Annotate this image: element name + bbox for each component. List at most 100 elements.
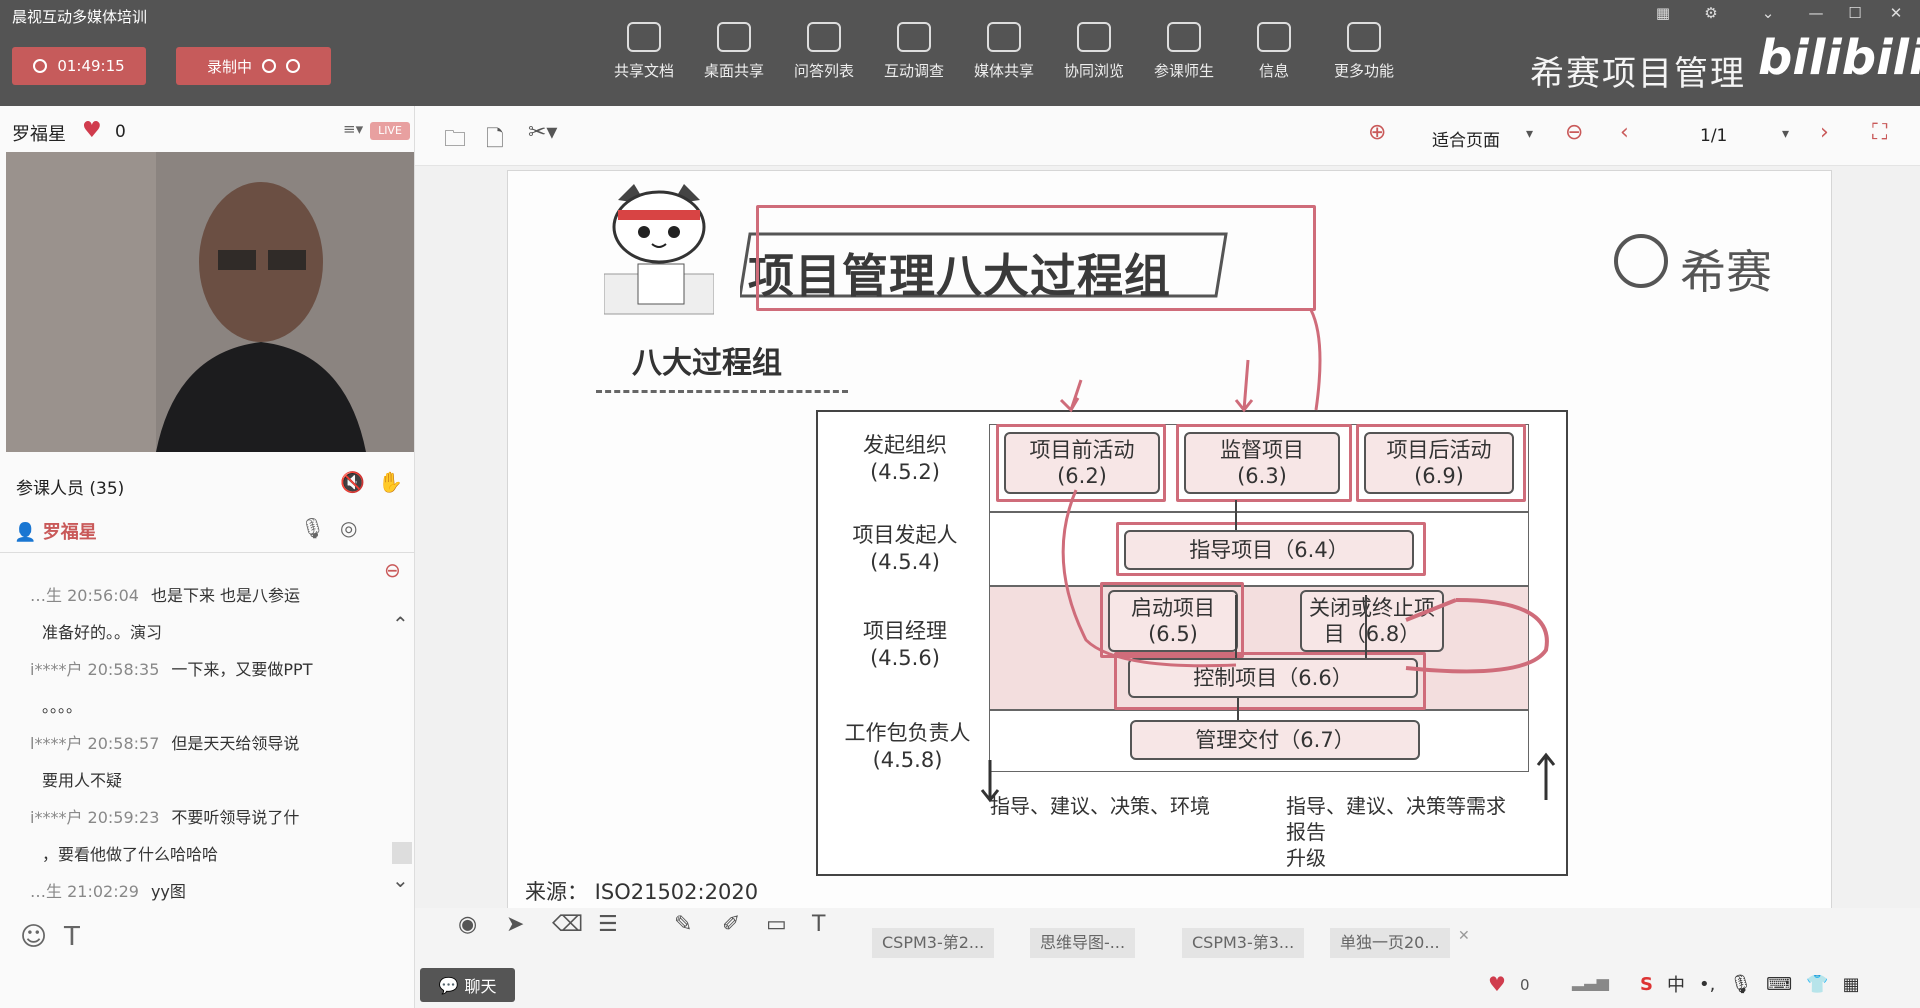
- open-folder-icon[interactable]: 🗀: [444, 122, 466, 160]
- pointer-icon[interactable]: ➤: [506, 912, 524, 937]
- document-tab[interactable]: 单独一页20...: [1330, 928, 1450, 958]
- stop-record-icon[interactable]: [286, 59, 300, 73]
- toolbar-chat-bubbles[interactable]: 问答列表: [780, 22, 868, 92]
- scroll-up-icon[interactable]: ⌃: [392, 612, 409, 636]
- like-heart-icon[interactable]: ♥: [1488, 972, 1506, 996]
- zoom-out-icon[interactable]: ⊖: [1565, 120, 1583, 145]
- chat-text: ，要看他做了什么哈哈哈: [42, 845, 219, 864]
- scroll-down-icon[interactable]: ⌄: [392, 868, 409, 892]
- emoji-icon[interactable]: ☺: [20, 922, 47, 952]
- fit-dropdown-icon[interactable]: ▾: [1526, 126, 1533, 142]
- toolbar-label: 更多功能: [1333, 62, 1394, 80]
- toolbar-label: 信息: [1258, 62, 1289, 80]
- document-tab[interactable]: 思维导图-...: [1030, 928, 1136, 958]
- scissors-icon[interactable]: ✂▾: [528, 120, 557, 145]
- toolbar-monitor[interactable]: 桌面共享: [690, 22, 778, 92]
- text-format-icon[interactable]: T: [64, 922, 80, 952]
- highlighter-icon[interactable]: ✎: [674, 912, 692, 937]
- ime-logo-icon[interactable]: S: [1640, 974, 1653, 995]
- close-tab-icon[interactable]: ✕: [1458, 928, 1470, 944]
- prev-page-icon[interactable]: ‹: [1620, 120, 1629, 145]
- fit-page-select[interactable]: 适合页面: [1432, 126, 1500, 151]
- chat-message: 准备好的。。演习: [30, 619, 400, 643]
- cat-mascot-image: [604, 184, 714, 315]
- chat-text: 不要听领导说了什: [171, 808, 300, 827]
- ime-tray[interactable]: S 中 •, 🎙 ⌨ 👕 ▦: [1640, 962, 1910, 1006]
- grid-icon[interactable]: ▦: [1652, 4, 1674, 22]
- collapse-icon[interactable]: ⊖: [384, 558, 401, 582]
- app-title: 晨视互动多媒体培训: [12, 8, 148, 26]
- zoom-in-icon[interactable]: ⊕: [1368, 120, 1386, 145]
- chat-text: 一下来，又要做PPT: [171, 660, 313, 679]
- note-up: 指导、建议、决策等需求: [1286, 794, 1506, 818]
- text-tool-icon[interactable]: T: [812, 912, 825, 937]
- monitor-icon: [717, 22, 751, 52]
- mute-all-icon[interactable]: 🔇: [340, 470, 365, 494]
- toolbar-label: 互动调查: [883, 62, 944, 80]
- chat-message: i****户 20:59:23 不要听领导说了什: [30, 804, 400, 828]
- signal-icon: ▂▃▅: [1572, 972, 1609, 991]
- camera-icon[interactable]: ◎: [340, 516, 357, 540]
- chat-sender: …生 21:02:29: [30, 882, 139, 901]
- list-menu-icon[interactable]: ≡▾: [343, 120, 363, 138]
- hand-icon[interactable]: ✋: [378, 470, 403, 494]
- note-escalate: 升级: [1286, 846, 1326, 870]
- document-tab[interactable]: CSPM3-第3...: [1182, 928, 1305, 958]
- eraser-icon[interactable]: ⌫: [552, 912, 583, 937]
- ime-punct-icon[interactable]: •,: [1699, 974, 1715, 995]
- ime-grid-icon[interactable]: ▦: [1843, 974, 1860, 995]
- toolbar-info[interactable]: 信息: [1230, 22, 1318, 92]
- page-dropdown-icon[interactable]: ▾: [1782, 126, 1789, 142]
- chat-button[interactable]: 💬 聊天: [420, 968, 515, 1002]
- toolbar-film[interactable]: 媒体共享: [960, 22, 1048, 92]
- toolbar-document[interactable]: 共享文档: [600, 22, 688, 92]
- pause-icon[interactable]: [262, 59, 276, 73]
- toolbar-more[interactable]: 更多功能: [1320, 22, 1408, 92]
- maximize-icon[interactable]: ☐: [1844, 4, 1866, 22]
- ruler-icon[interactable]: ☰: [598, 912, 618, 937]
- chat-text: 。。。。: [42, 697, 83, 716]
- toolbar-label: 参课师生: [1153, 62, 1214, 80]
- ime-mic-icon[interactable]: 🎙: [1729, 974, 1752, 995]
- heart-icon[interactable]: ♥: [82, 118, 102, 143]
- toolbar-label: 问答列表: [793, 62, 854, 80]
- session-timer: 01:49:15: [12, 47, 146, 85]
- participant-me[interactable]: 👤 罗福星: [14, 518, 97, 544]
- participant-name: 罗福星: [42, 522, 97, 543]
- ime-keyboard-icon[interactable]: ⌨: [1766, 974, 1792, 995]
- toolbar-bar-chart[interactable]: 互动调查: [870, 22, 958, 92]
- chat-message: i****户 20:58:35 一下来，又要做PPT: [30, 656, 400, 680]
- record-dot-icon[interactable]: ◉: [458, 912, 477, 937]
- document-tab[interactable]: CSPM3-第2...: [872, 928, 995, 958]
- minimize-icon[interactable]: —: [1805, 4, 1827, 22]
- fullscreen-icon[interactable]: ⛶: [1872, 120, 1887, 145]
- toolbar-people[interactable]: 参课师生: [1140, 22, 1228, 92]
- pen-icon[interactable]: ✐: [722, 912, 740, 937]
- bilibili-logo: bilibili: [1758, 30, 1920, 86]
- user-icon: 👤: [14, 522, 37, 543]
- microphone-icon[interactable]: 🎙: [300, 516, 325, 540]
- scrollbar-thumb[interactable]: [392, 842, 412, 864]
- annotation-title: [756, 205, 1316, 311]
- recording-button[interactable]: 录制中: [176, 47, 331, 85]
- toolbar-label: 协同浏览: [1063, 62, 1124, 80]
- new-file-icon[interactable]: 🗋: [486, 122, 504, 160]
- presenter-video: [6, 152, 414, 452]
- note-down: 指导、建议、决策、环境: [990, 794, 1210, 818]
- ime-lang-icon[interactable]: 中: [1667, 971, 1685, 997]
- chat-list[interactable]: …生 20:56:04 也是下来 也是八参运 准备好的。。演习 i****户 20:5…: [0, 580, 415, 910]
- ime-skin-icon[interactable]: 👕: [1806, 974, 1828, 995]
- toolbar-label: 媒体共享: [973, 62, 1034, 80]
- settings-icon[interactable]: ⚙: [1700, 4, 1722, 22]
- toolbar-compass[interactable]: 协同浏览: [1050, 22, 1138, 92]
- close-icon[interactable]: ✕: [1885, 4, 1907, 22]
- dashed-underline: [596, 390, 848, 393]
- next-page-icon[interactable]: ›: [1820, 120, 1829, 145]
- chevron-down-icon[interactable]: ⌄: [1757, 4, 1779, 22]
- rectangle-icon[interactable]: ▭: [766, 912, 787, 937]
- chat-sender: …生 20:56:04: [30, 586, 139, 605]
- chat-text: 但是天天给领导说: [171, 734, 300, 753]
- chat-bubbles-icon: [807, 22, 841, 52]
- xisai-logo-icon: [1614, 234, 1668, 288]
- chat-message: l****户 20:58:57 但是天天给领导说: [30, 730, 400, 754]
